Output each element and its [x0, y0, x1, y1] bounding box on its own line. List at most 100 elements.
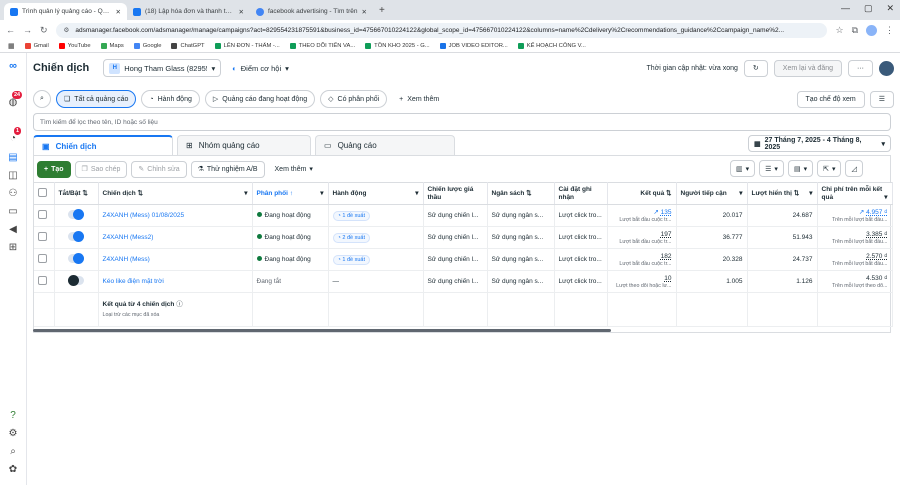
- recommendation-chip[interactable]: ◔ 1 đề xuất: [332, 211, 370, 221]
- menu-icon[interactable]: ⋮: [885, 25, 894, 36]
- campaign-name-link[interactable]: Kéo like điện mặt trời: [98, 270, 253, 293]
- table-row[interactable]: Z4XANH (Mess) Đang hoạt động ◔ 1 đề xuất…: [34, 248, 893, 271]
- more-actions-button[interactable]: Xem thêm ▾: [268, 160, 319, 178]
- filter-active-ads[interactable]: ▷ Quảng cáo đang hoạt động: [204, 90, 316, 108]
- ab-test-button[interactable]: ⚗ Thử nghiệm A/B: [190, 160, 265, 178]
- search-icon[interactable]: ⌕: [6, 444, 20, 458]
- browser-tab[interactable]: (18) Lập hóa đơn và thanh toán ✕: [127, 3, 250, 20]
- chart-button[interactable]: ◿: [845, 160, 863, 177]
- campaign-toggle[interactable]: [54, 226, 99, 249]
- row-checkbox[interactable]: [34, 270, 55, 293]
- campaign-toggle[interactable]: [54, 204, 99, 227]
- campaign-name-link[interactable]: Z4XANH (Mess): [98, 248, 253, 271]
- bug-icon[interactable]: ✿: [6, 462, 20, 476]
- col-bid-strategy[interactable]: Chiến lược giá thầu: [423, 182, 488, 205]
- campaign-name-link[interactable]: Z4XANH (Mess2): [98, 226, 253, 249]
- search-toggle[interactable]: ⌕: [33, 90, 51, 108]
- close-icon[interactable]: ✕: [116, 8, 121, 16]
- reports-icon[interactable]: ◫: [6, 168, 20, 182]
- filter-more[interactable]: + Xem thêm: [392, 90, 447, 108]
- notifications-icon[interactable]: ◍ 24: [6, 91, 23, 109]
- bookmark[interactable]: THEO DÕI TIẾN VA...: [289, 43, 355, 49]
- settings-icon[interactable]: ⚙: [6, 426, 20, 440]
- apps-grid-icon[interactable]: ⊞: [6, 240, 20, 254]
- recommendation-chip[interactable]: ◔ 2 đề xuất: [332, 233, 370, 243]
- apps-icon[interactable]: ▦: [8, 42, 15, 50]
- col-delivery[interactable]: Phân phối ↑ ▾: [252, 182, 329, 205]
- campaign-toggle[interactable]: [54, 248, 99, 271]
- col-impressions[interactable]: Lượt hiển thị ⇅ ▾: [747, 182, 818, 205]
- filter-delivery[interactable]: ◇ Có phân phối: [320, 90, 388, 108]
- tab-campaigns[interactable]: ▣ Chiến dịch: [33, 135, 173, 155]
- new-tab-button[interactable]: +: [373, 5, 391, 16]
- reports-button[interactable]: ▤ ▾: [787, 160, 814, 177]
- bookmark[interactable]: YouTube: [58, 43, 91, 49]
- duplicate-button[interactable]: ❐ Sao chép: [74, 160, 128, 178]
- cpr-value[interactable]: 4.957 ₫: [866, 209, 887, 216]
- bookmark[interactable]: KẾ HOẠCH CÔNG V...: [517, 43, 586, 49]
- bookmark[interactable]: LÊN ĐƠN - THẨM -...: [214, 43, 280, 49]
- results-value[interactable]: 135: [661, 209, 672, 216]
- meta-logo-icon[interactable]: ∞: [6, 59, 20, 73]
- tab-adsets[interactable]: ⊞ Nhóm quảng cáo: [177, 135, 311, 155]
- row-checkbox[interactable]: [34, 226, 55, 249]
- filter-all-ads[interactable]: ❏ Tất cả quảng cáo: [56, 90, 137, 108]
- cpr-value[interactable]: 2.570 ₫: [866, 252, 887, 261]
- bookmark[interactable]: Maps: [100, 43, 124, 49]
- more-button[interactable]: ···: [848, 59, 873, 77]
- bookmark[interactable]: Gmail: [24, 43, 49, 49]
- reload-icon[interactable]: ↻: [40, 25, 48, 36]
- bookmark[interactable]: JOB VIDEO EDITOR...: [439, 43, 508, 49]
- export-button[interactable]: ⇱ ▾: [817, 160, 842, 177]
- site-info-icon[interactable]: ⚙: [64, 26, 70, 34]
- profile-icon[interactable]: [866, 24, 877, 36]
- close-window-icon[interactable]: ✕: [886, 3, 894, 14]
- col-budget[interactable]: Ngân sách ⇅: [487, 182, 555, 205]
- alerts-icon[interactable]: ◔ 1: [6, 127, 22, 145]
- filter-actions[interactable]: ◔ Hành động: [141, 90, 200, 108]
- results-value[interactable]: 182: [661, 252, 672, 261]
- table-row[interactable]: Kéo like điện mặt trời Đang tắt — Sử dụn…: [34, 270, 893, 293]
- select-all-checkbox[interactable]: [34, 182, 55, 205]
- refresh-button[interactable]: ↻: [743, 59, 768, 77]
- maximize-icon[interactable]: ▢: [864, 3, 873, 14]
- url-field[interactable]: ⚙ adsmanager.facebook.com/adsmanager/man…: [55, 22, 828, 38]
- date-range-picker[interactable]: ▦ 27 Tháng 7, 2025 - 4 Tháng 8, 2025 ▾: [748, 135, 891, 152]
- audiences-icon[interactable]: ⚇: [6, 186, 20, 200]
- col-cost-per-result[interactable]: Chi phí trên mỗi kết quả ▾: [817, 182, 893, 205]
- row-checkbox[interactable]: [34, 248, 55, 271]
- columns-button[interactable]: ▥ ▾: [730, 160, 756, 177]
- campaign-name-link[interactable]: Z4XANH (Mess) 01/08/2025: [98, 204, 253, 227]
- create-view-button[interactable]: Tạo chế độ xem: [796, 90, 865, 108]
- browser-tab[interactable]: Trình quản lý quảng cáo - Quản ✕: [4, 3, 127, 20]
- campaigns-icon[interactable]: ▤: [6, 150, 20, 164]
- review-publish-button[interactable]: Xem lại và đăng: [773, 59, 842, 77]
- recommendation-chip[interactable]: ◔ 1 đề xuất: [332, 255, 370, 265]
- extensions-icon[interactable]: ⧉: [852, 25, 858, 36]
- results-value[interactable]: 10: [664, 274, 671, 283]
- forward-icon[interactable]: →: [23, 25, 32, 35]
- back-icon[interactable]: ←: [6, 25, 15, 35]
- close-icon[interactable]: ✕: [362, 8, 367, 16]
- create-button[interactable]: + Tạo: [37, 160, 71, 178]
- campaign-toggle[interactable]: [54, 270, 99, 293]
- bookmark[interactable]: ChatGPT: [171, 43, 205, 49]
- tab-ads[interactable]: ▭ Quảng cáo: [315, 135, 455, 155]
- settings-sliders-icon[interactable]: ☰: [869, 90, 894, 108]
- horizontal-scrollbar[interactable]: [33, 329, 611, 332]
- info-icon[interactable]: ⓘ: [176, 301, 183, 308]
- ads-icon[interactable]: ◀: [6, 222, 20, 236]
- results-value[interactable]: 197: [661, 230, 672, 239]
- col-toggle[interactable]: Tắt/Bật ⇅: [54, 182, 99, 205]
- table-row[interactable]: Z4XANH (Mess) 01/08/2025 Đang hoạt động …: [34, 204, 893, 227]
- row-checkbox[interactable]: [34, 204, 55, 227]
- opportunity-score[interactable]: ◐ Điểm cơ hội ▾: [227, 59, 299, 77]
- account-selector[interactable]: H Hong Tham Glass (82955... ▾: [103, 59, 222, 77]
- col-campaign[interactable]: Chiến dịch ⇅ ▾: [98, 182, 253, 205]
- search-input[interactable]: Tìm kiếm để lọc theo tên, ID hoặc số liệ…: [33, 113, 891, 131]
- billing-icon[interactable]: ▭: [6, 204, 20, 218]
- bookmark[interactable]: Google: [133, 43, 161, 49]
- col-actions[interactable]: Hành động ▾: [328, 182, 424, 205]
- col-reach[interactable]: Người tiếp cận ▾: [676, 182, 748, 205]
- bookmark[interactable]: TỒN KHO 2025 - G...: [365, 43, 430, 49]
